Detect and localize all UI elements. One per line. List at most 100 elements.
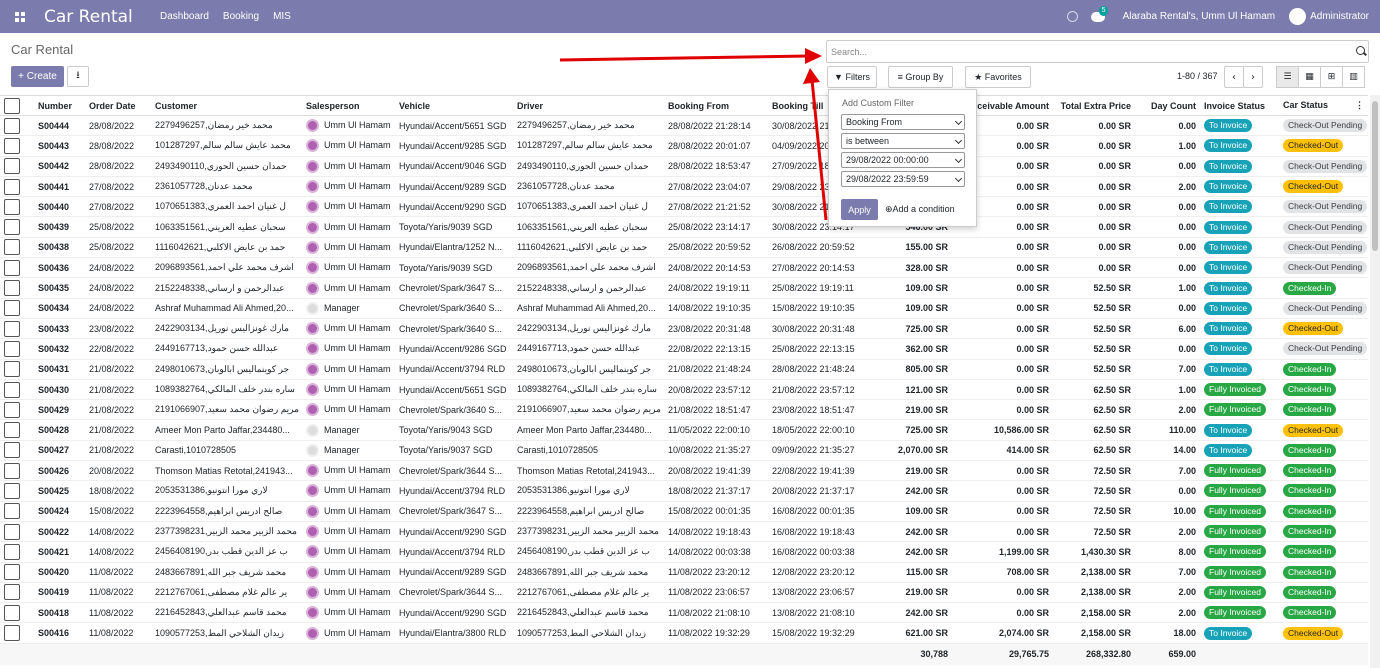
col-vehicle[interactable]: Vehicle [395, 95, 513, 116]
table-row[interactable]: S00428 21/08/2022 Ameer Mon Parto Jaffar,2… [0, 419, 1368, 441]
filter-field-select[interactable]: Booking From [841, 114, 965, 130]
table-row[interactable]: S00416 11/08/2022 1090577253,زيدان الشلاحي… [0, 622, 1368, 644]
table-row[interactable]: S00419 11/08/2022 2212767061,ير عالم غلام … [0, 582, 1368, 604]
filter-date-from-input[interactable]: 29/08/2022 00:00:00 [841, 152, 965, 168]
table-row[interactable]: S00432 22/08/2022 2449167713,عبدالله حسن ح… [0, 338, 1368, 360]
col-number[interactable]: Number [34, 95, 85, 116]
menu-mis[interactable]: MIS [273, 11, 291, 22]
table-row[interactable]: S00441 27/08/2022 2361057728,محمد عدنان Umm… [0, 176, 1368, 198]
add-condition-button[interactable]: ⊕Add a condition [885, 204, 955, 215]
menu-dashboard[interactable]: Dashboard [160, 11, 209, 22]
download-button[interactable]: ⭳ [67, 66, 89, 87]
graph-view-button[interactable]: ▥ [1342, 66, 1365, 88]
user-menu[interactable]: Administrator [1310, 11, 1369, 22]
favorites-button[interactable]: ★ Favorites [965, 66, 1031, 88]
pivot-view-button[interactable]: ⊞ [1320, 66, 1343, 88]
table-row[interactable]: S00444 28/08/2022 2279496257,محمد خير رمضا… [0, 115, 1368, 137]
cell-day-count: 0.00 [1135, 480, 1200, 502]
col-total-extra-price[interactable]: Total Extra Price [1053, 95, 1135, 116]
filters-button[interactable]: ▼ Filters [827, 66, 877, 88]
row-checkbox[interactable] [0, 135, 34, 157]
col-day-count[interactable]: Day Count [1135, 95, 1200, 116]
row-checkbox[interactable] [0, 277, 34, 299]
table-row[interactable]: S00431 21/08/2022 2498010673,جر كوينماليس … [0, 359, 1368, 380]
col-booking-from[interactable]: Booking From [664, 95, 768, 116]
cell-car-status: Checked-In [1279, 460, 1368, 482]
col-car-status[interactable]: Car Status ⋮ [1279, 95, 1368, 116]
booking-list-table: Number Order Date Customer Salesperson V… [0, 95, 1368, 666]
pager-previous-button[interactable]: ‹ [1224, 66, 1244, 88]
col-salesperson[interactable]: Salesperson [302, 95, 395, 116]
row-checkbox[interactable] [0, 156, 34, 177]
table-row[interactable]: S00422 14/08/2022 2377398231,محمد الزبير م… [0, 521, 1368, 543]
row-checkbox[interactable] [0, 196, 34, 218]
filter-date-to-input[interactable]: 29/08/2022 23:59:59 [841, 171, 965, 187]
table-row[interactable]: S00435 24/08/2022 2152248338,عبدالرحمن و ا… [0, 277, 1368, 299]
table-row[interactable]: S00427 21/08/2022 Carasti,1010728505 Manage… [0, 440, 1368, 462]
table-row[interactable]: S00426 20/08/2022 Thomson Matias Retotal,2… [0, 460, 1368, 482]
calendar-view-button[interactable]: ▦ [1298, 66, 1321, 88]
table-row[interactable]: S00438 25/08/2022 1116042621,حمد بن عايض ا… [0, 237, 1368, 259]
row-checkbox[interactable] [0, 419, 34, 441]
user-avatar[interactable] [1289, 8, 1307, 25]
table-row[interactable]: S00425 18/08/2022 2053531386,لاري مورا انت… [0, 480, 1368, 502]
filter-operator-select[interactable]: is between [841, 133, 965, 149]
table-row[interactable]: S00434 24/08/2022 Ashraf Muhammad Ali Ahme… [0, 298, 1368, 319]
row-checkbox[interactable] [0, 562, 34, 583]
row-checkbox[interactable] [0, 521, 34, 543]
row-checkbox[interactable] [0, 399, 34, 421]
col-invoice-status[interactable]: Invoice Status [1200, 95, 1279, 116]
table-row[interactable]: S00429 21/08/2022 2191066907,مريم رضوان مح… [0, 399, 1368, 421]
activity-clock-icon[interactable] [1066, 11, 1078, 22]
row-checkbox[interactable] [0, 501, 34, 522]
table-row[interactable]: S00421 14/08/2022 2456408190,ب عز الدين قط… [0, 541, 1368, 563]
table-row[interactable]: S00442 28/08/2022 2493490110,حمدان حسين ال… [0, 156, 1368, 177]
app-brand[interactable]: Car Rental [44, 7, 160, 27]
row-checkbox[interactable] [0, 115, 34, 137]
table-row[interactable]: S00439 25/08/2022 1063351561,سحبان عطيه ال… [0, 216, 1368, 238]
select-all-checkbox[interactable] [0, 95, 34, 116]
create-button[interactable]: + Create [11, 66, 64, 87]
pager-next-button[interactable]: › [1243, 66, 1263, 88]
cell-invoice-status: To Invoice [1200, 176, 1279, 198]
row-checkbox[interactable] [0, 318, 34, 340]
company-switcher[interactable]: Alaraba Rental's, Umm Ul Hamam [1123, 11, 1276, 22]
column-options-icon[interactable]: ⋮ [1355, 100, 1364, 111]
col-order-date[interactable]: Order Date [85, 95, 151, 116]
row-checkbox[interactable] [0, 359, 34, 380]
table-row[interactable]: S00443 28/08/2022 101287297,محمد عايش سالم… [0, 135, 1368, 157]
apply-filter-button[interactable]: Apply [841, 199, 878, 220]
row-checkbox[interactable] [0, 480, 34, 502]
search-icon[interactable] [1356, 46, 1365, 55]
row-checkbox[interactable] [0, 622, 34, 644]
col-customer[interactable]: Customer [151, 95, 302, 116]
table-row[interactable]: S00424 15/08/2022 2223964558,صالح ادريس اب… [0, 501, 1368, 522]
row-checkbox[interactable] [0, 216, 34, 238]
table-row[interactable]: S00433 23/08/2022 2422903134,مارك غونزاليس… [0, 318, 1368, 340]
table-row[interactable]: S00430 21/08/2022 1089382764,ساره بندر خلف… [0, 379, 1368, 401]
chat-icon[interactable]: 5 [1090, 5, 1109, 22]
col-driver[interactable]: Driver [513, 95, 664, 116]
table-row[interactable]: S00418 11/08/2022 2216452843,محمد قاسم عبد… [0, 602, 1368, 624]
search-input[interactable]: Search... [826, 40, 1369, 63]
row-checkbox[interactable] [0, 541, 34, 563]
row-checkbox[interactable] [0, 237, 34, 259]
group-by-button[interactable]: ≡ Group By [888, 66, 953, 88]
apps-grid-icon[interactable] [0, 0, 40, 33]
menu-booking[interactable]: Booking [223, 11, 259, 22]
row-checkbox[interactable] [0, 440, 34, 462]
pager-value[interactable]: 1-80 / 367 [1177, 71, 1218, 81]
row-checkbox[interactable] [0, 298, 34, 319]
table-row[interactable]: S00436 24/08/2022 2096893561,اشرف محمد علي… [0, 257, 1368, 279]
vertical-scrollbar[interactable] [1370, 95, 1380, 668]
row-checkbox[interactable] [0, 176, 34, 198]
table-row[interactable]: S00420 11/08/2022 2483667891,محمد شريف جبر… [0, 562, 1368, 583]
row-checkbox[interactable] [0, 257, 34, 279]
row-checkbox[interactable] [0, 582, 34, 604]
row-checkbox[interactable] [0, 602, 34, 624]
row-checkbox[interactable] [0, 379, 34, 401]
row-checkbox[interactable] [0, 338, 34, 360]
table-row[interactable]: S00440 27/08/2022 1070651383,ل غنيان احمد … [0, 196, 1368, 218]
row-checkbox[interactable] [0, 460, 34, 482]
list-view-button[interactable]: ☰ [1276, 66, 1299, 88]
